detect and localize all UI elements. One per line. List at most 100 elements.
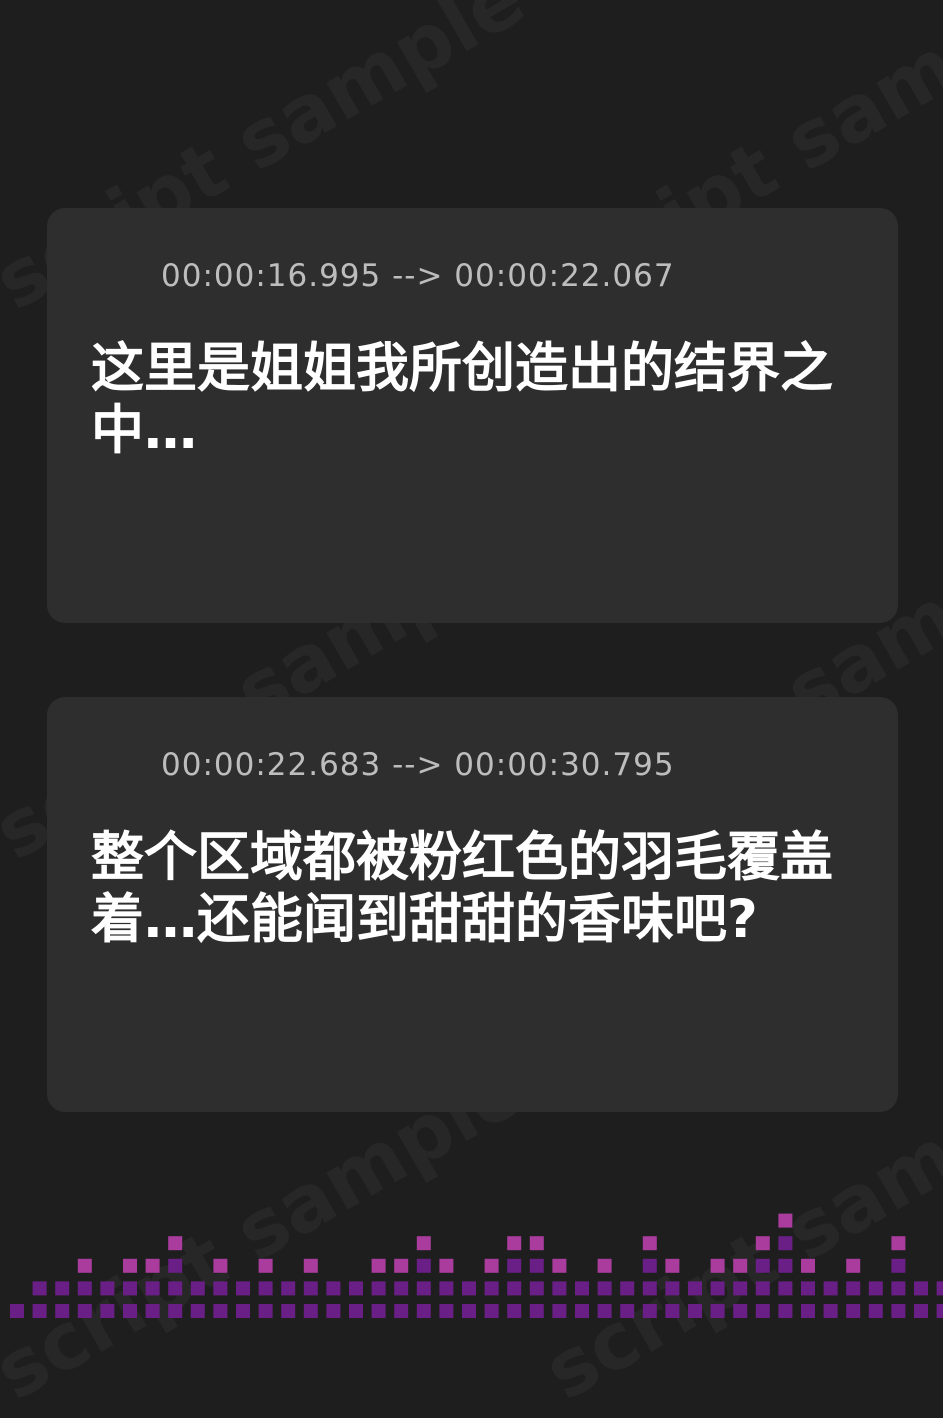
- equalizer-pixel: [55, 1281, 70, 1296]
- equalizer-pixel: [529, 1281, 544, 1296]
- equalizer-pixel: [733, 1281, 748, 1296]
- equalizer-pixel: [32, 1304, 47, 1318]
- equalizer-pixel: [349, 1281, 363, 1296]
- equalizer-pixel: [778, 1213, 793, 1228]
- equalizer-pixel: [846, 1281, 861, 1296]
- equalizer-pixel: [394, 1281, 409, 1296]
- sound-wave-icon: [90, 256, 136, 296]
- equalizer-pixel: [507, 1281, 522, 1296]
- equalizer-pixel: [100, 1304, 115, 1318]
- equalizer-pixel: [416, 1258, 431, 1273]
- equalizer-pixel: [439, 1258, 454, 1273]
- equalizer-pixel: [32, 1281, 47, 1296]
- equalizer-pixel: [778, 1236, 793, 1251]
- equalizer-pixel: [236, 1281, 250, 1296]
- equalizer-pixel: [55, 1304, 70, 1318]
- equalizer-pixel: [236, 1304, 250, 1318]
- equalizer-pixel: [642, 1304, 657, 1318]
- equalizer-pixel: [801, 1281, 815, 1296]
- equalizer-pixel: [801, 1258, 815, 1273]
- equalizer-pixel: [371, 1281, 386, 1296]
- equalizer-pixel: [891, 1281, 906, 1296]
- equalizer-pixel: [439, 1281, 454, 1296]
- equalizer-pixel: [891, 1304, 906, 1318]
- equalizer-pixel: [507, 1236, 522, 1251]
- equalizer-pixel: [755, 1281, 770, 1296]
- equalizer-pixel: [168, 1281, 183, 1296]
- equalizer-pixel: [100, 1281, 115, 1296]
- equalizer-pixel: [326, 1304, 341, 1318]
- equalizer-pixel: [529, 1258, 544, 1273]
- equalizer-pixel: [123, 1258, 137, 1273]
- equalizer-pixel: [665, 1281, 680, 1296]
- equalizer-pixel: [168, 1304, 183, 1318]
- equalizer-pixel: [371, 1258, 386, 1273]
- equalizer-pixel: [914, 1304, 928, 1318]
- subtitle-text: 这里是姐姐我所创造出的结界之中…: [91, 338, 833, 461]
- subtitle-text: 整个区域都被粉红色的羽毛覆盖着…还能闻到甜甜的香味吧?: [91, 827, 833, 950]
- equalizer-pixel: [123, 1281, 137, 1296]
- equalizer-pixel: [846, 1304, 861, 1318]
- equalizer-pixel: [733, 1304, 748, 1318]
- equalizer-pixel: [303, 1258, 318, 1273]
- equalizer-pixel: [575, 1281, 589, 1296]
- subtitle-card: 00:00:16.995 --> 00:00:22.067 这里是姐姐我所创造出…: [47, 208, 898, 623]
- equalizer-pixel: [642, 1236, 657, 1251]
- equalizer-decoration: [10, 1213, 943, 1318]
- equalizer-pixel: [349, 1304, 363, 1318]
- equalizer-pixel: [484, 1304, 499, 1318]
- equalizer-pixel: [168, 1258, 183, 1273]
- equalizer-pixel: [710, 1258, 725, 1273]
- equalizer-pixel: [281, 1304, 296, 1318]
- equalizer-pixel: [123, 1304, 137, 1318]
- equalizer-pixel: [258, 1281, 273, 1296]
- equalizer-pixel: [620, 1281, 635, 1296]
- sound-wave-icon: [90, 745, 136, 785]
- equalizer-pixel: [213, 1258, 228, 1273]
- equalizer-pixel: [597, 1258, 612, 1273]
- equalizer-pixel: [665, 1304, 680, 1318]
- equalizer-pixel: [823, 1304, 838, 1318]
- equalizer-pixel: [462, 1304, 476, 1318]
- equalizer-pixel: [755, 1258, 770, 1273]
- equalizer-pixel: [77, 1304, 92, 1318]
- equalizer-pixel: [868, 1304, 883, 1318]
- equalizer-pixel: [846, 1258, 861, 1273]
- equalizer-pixel: [891, 1236, 906, 1251]
- timecode: 00:00:16.995 --> 00:00:22.067: [161, 258, 675, 294]
- equalizer-pixel: [484, 1258, 499, 1273]
- subtitle-card: 00:00:22.683 --> 00:00:30.795 整个区域都被粉红色的…: [47, 697, 898, 1112]
- equalizer-pixel: [326, 1281, 341, 1296]
- equalizer-pixel: [190, 1304, 205, 1318]
- equalizer-pixel: [868, 1281, 883, 1296]
- equalizer-pixel: [145, 1258, 160, 1273]
- equalizer-pixel: [10, 1304, 24, 1318]
- equalizer-pixel: [439, 1304, 454, 1318]
- equalizer-pixel: [258, 1304, 273, 1318]
- equalizer-pixel: [303, 1304, 318, 1318]
- equalizer-pixel: [416, 1304, 431, 1318]
- card-header: 00:00:16.995 --> 00:00:22.067: [89, 256, 675, 296]
- equalizer-pixel: [620, 1304, 635, 1318]
- equalizer-pixel: [755, 1304, 770, 1318]
- equalizer-pixel: [891, 1258, 906, 1273]
- equalizer-pixel: [642, 1281, 657, 1296]
- equalizer-pixel: [77, 1258, 92, 1273]
- equalizer-pixel: [688, 1304, 702, 1318]
- equalizer-pixel: [507, 1304, 522, 1318]
- equalizer-pixel: [688, 1281, 702, 1296]
- equalizer-pixel: [936, 1304, 943, 1318]
- equalizer-pixel: [371, 1304, 386, 1318]
- equalizer-pixel: [168, 1236, 183, 1251]
- equalizer-pixel: [507, 1258, 522, 1273]
- equalizer-pixel: [778, 1304, 793, 1318]
- equalizer-pixel: [597, 1281, 612, 1296]
- equalizer-pixel: [552, 1304, 567, 1318]
- timecode: 00:00:22.683 --> 00:00:30.795: [161, 747, 675, 783]
- equalizer-pixel: [552, 1281, 567, 1296]
- equalizer-pixel: [597, 1304, 612, 1318]
- equalizer-pixel: [755, 1236, 770, 1251]
- equalizer-pixel: [258, 1258, 273, 1273]
- equalizer-pixel: [213, 1281, 228, 1296]
- equalizer-pixel: [394, 1258, 409, 1273]
